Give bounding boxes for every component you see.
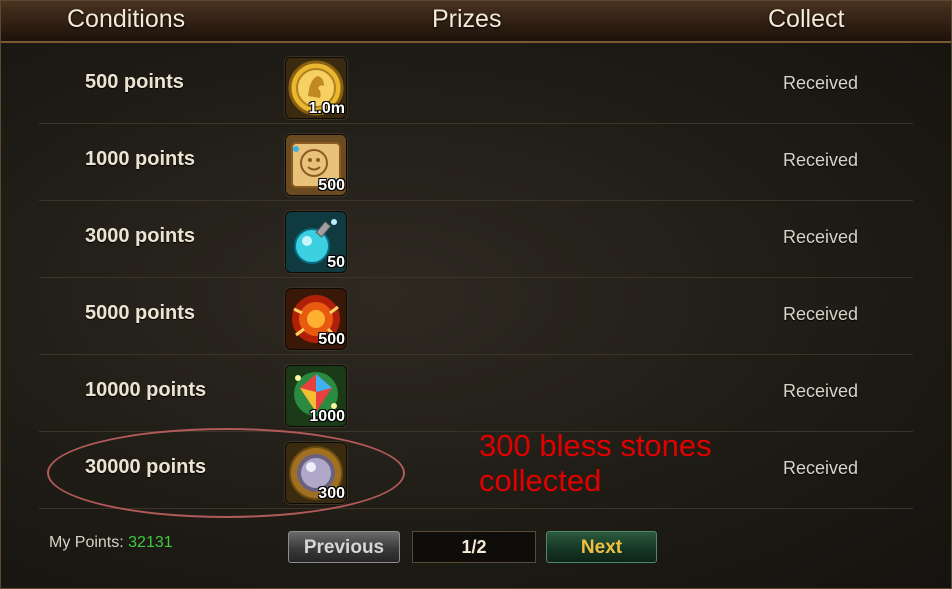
next-button[interactable]: Next bbox=[546, 531, 657, 563]
table-row: 10000 points 1000 Received bbox=[39, 355, 913, 432]
table-row: 3000 points 50 Received bbox=[39, 201, 913, 278]
annotation-circle bbox=[47, 428, 405, 518]
prize-slot[interactable]: 1.0m bbox=[285, 57, 347, 119]
table-row: 1000 points 500 Received bbox=[39, 124, 913, 201]
my-points: My Points: 32131 bbox=[49, 534, 173, 552]
annotation-line-2: collected bbox=[479, 463, 602, 498]
prize-slot[interactable]: 1000 bbox=[285, 365, 347, 427]
header-prizes: Prizes bbox=[432, 5, 502, 33]
condition-label: 1000 points bbox=[85, 148, 196, 170]
table-row: 5000 points 500 Received bbox=[39, 278, 913, 355]
condition-label: 3000 points bbox=[85, 225, 196, 247]
table-row: 500 points 1.0m Received bbox=[39, 47, 913, 124]
prize-quantity: 500 bbox=[318, 177, 345, 194]
condition-label: 500 points bbox=[85, 71, 184, 93]
prize-slot[interactable]: 500 bbox=[285, 288, 347, 350]
prize-quantity: 50 bbox=[327, 254, 345, 271]
previous-button[interactable]: Previous bbox=[288, 531, 400, 563]
rewards-panel: Conditions Prizes Collect 500 points 1.0… bbox=[0, 0, 952, 589]
status-received: Received bbox=[783, 381, 859, 401]
annotation-line-1: 300 bless stones bbox=[479, 428, 712, 463]
condition-label: 5000 points bbox=[85, 302, 196, 324]
status-received: Received bbox=[783, 227, 859, 247]
status-received: Received bbox=[783, 150, 859, 170]
header-conditions: Conditions bbox=[67, 5, 186, 33]
prize-slot[interactable]: 50 bbox=[285, 211, 347, 273]
table-header: Conditions Prizes Collect bbox=[1, 1, 951, 43]
points-value: 32131 bbox=[128, 534, 173, 551]
header-collect: Collect bbox=[768, 5, 845, 33]
annotation-text: 300 bless stones collected bbox=[479, 428, 759, 498]
status-received: Received bbox=[783, 73, 859, 93]
page-indicator: 1/2 bbox=[412, 531, 536, 563]
prize-quantity: 1000 bbox=[309, 408, 345, 425]
condition-label: 10000 points bbox=[85, 379, 207, 401]
status-received: Received bbox=[783, 458, 859, 478]
status-received: Received bbox=[783, 304, 859, 324]
prize-quantity: 500 bbox=[318, 331, 345, 348]
points-label: My Points: bbox=[49, 534, 124, 551]
prize-slot[interactable]: 500 bbox=[285, 134, 347, 196]
prize-quantity: 1.0m bbox=[308, 100, 345, 117]
